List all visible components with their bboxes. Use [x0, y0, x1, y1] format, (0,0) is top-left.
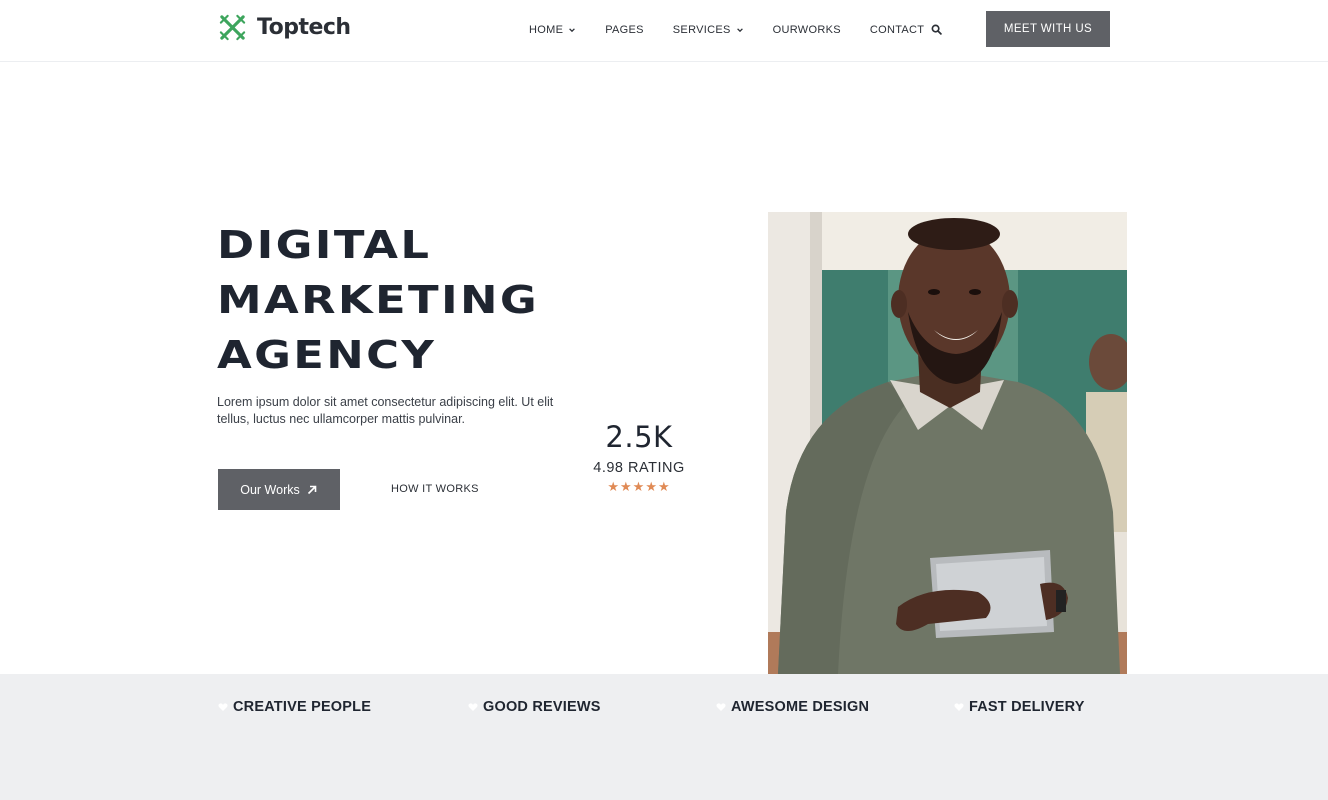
man-with-tablet-image	[768, 212, 1127, 674]
stat-rating-label: 4.98 RATING	[593, 460, 685, 476]
feature-item: GOOD REVIEWS	[468, 699, 601, 715]
hero-title: DIGITAL MARKETING AGENCY	[217, 218, 539, 383]
feature-label: CREATIVE PEOPLE	[233, 699, 372, 715]
feature-item: FAST DELIVERY	[954, 699, 1085, 715]
site-header: Toptech HOME PAGES SERVICES OURWORKS CON…	[0, 0, 1328, 62]
search-icon[interactable]	[931, 24, 942, 35]
nav-item-label: PAGES	[605, 24, 644, 36]
feature-item: CREATIVE PEOPLE	[218, 699, 371, 715]
nav-item-label: OURWORKS	[772, 24, 841, 36]
main-nav: HOME PAGES SERVICES OURWORKS CONTACT	[529, 22, 953, 38]
nav-item-label: SERVICES	[672, 24, 731, 36]
logo-x-icon	[219, 14, 246, 41]
brand-logo[interactable]: Toptech	[217, 12, 351, 43]
heart-icon	[468, 703, 478, 711]
feature-label: FAST DELIVERY	[969, 699, 1085, 715]
heart-icon	[218, 703, 228, 711]
rating-stat: 2.5K 4.98 RATING ★★★★★	[575, 420, 703, 495]
nav-item-ourworks[interactable]: OURWORKS	[773, 24, 841, 36]
nav-item-services[interactable]: SERVICES	[673, 24, 744, 36]
brand-name: Toptech	[257, 15, 351, 40]
nav-item-home[interactable]: HOME	[529, 24, 576, 36]
arrow-up-right-icon	[307, 485, 317, 494]
features-strip	[0, 674, 1328, 800]
how-it-works-link[interactable]: HOW IT WORKS	[391, 483, 479, 495]
stat-value: 2.5K	[605, 420, 673, 454]
meet-with-us-button[interactable]: MEET WITH US	[986, 11, 1110, 47]
our-works-button[interactable]: Our Works	[218, 469, 340, 510]
feature-item: AWESOME DESIGN	[716, 699, 869, 715]
feature-label: GOOD REVIEWS	[483, 699, 601, 715]
hero-photo	[768, 212, 1127, 674]
nav-item-label: CONTACT	[869, 24, 925, 36]
chevron-down-icon	[736, 28, 743, 33]
our-works-label: Our Works	[240, 482, 300, 497]
feature-label: AWESOME DESIGN	[731, 699, 870, 715]
heart-icon	[716, 703, 726, 711]
heart-icon	[954, 703, 964, 711]
nav-item-label: HOME	[529, 24, 564, 36]
nav-item-contact[interactable]: CONTACT	[870, 24, 924, 36]
star-rating: ★★★★★	[607, 479, 671, 494]
hero-title-line: MARKETING	[217, 278, 540, 322]
hero-title-line: AGENCY	[217, 333, 437, 377]
hero-description: Lorem ipsum dolor sit amet consectetur a…	[217, 395, 554, 426]
nav-item-pages[interactable]: PAGES	[605, 24, 644, 36]
chevron-down-icon	[569, 28, 576, 33]
hero-title-line: DIGITAL	[217, 223, 432, 267]
